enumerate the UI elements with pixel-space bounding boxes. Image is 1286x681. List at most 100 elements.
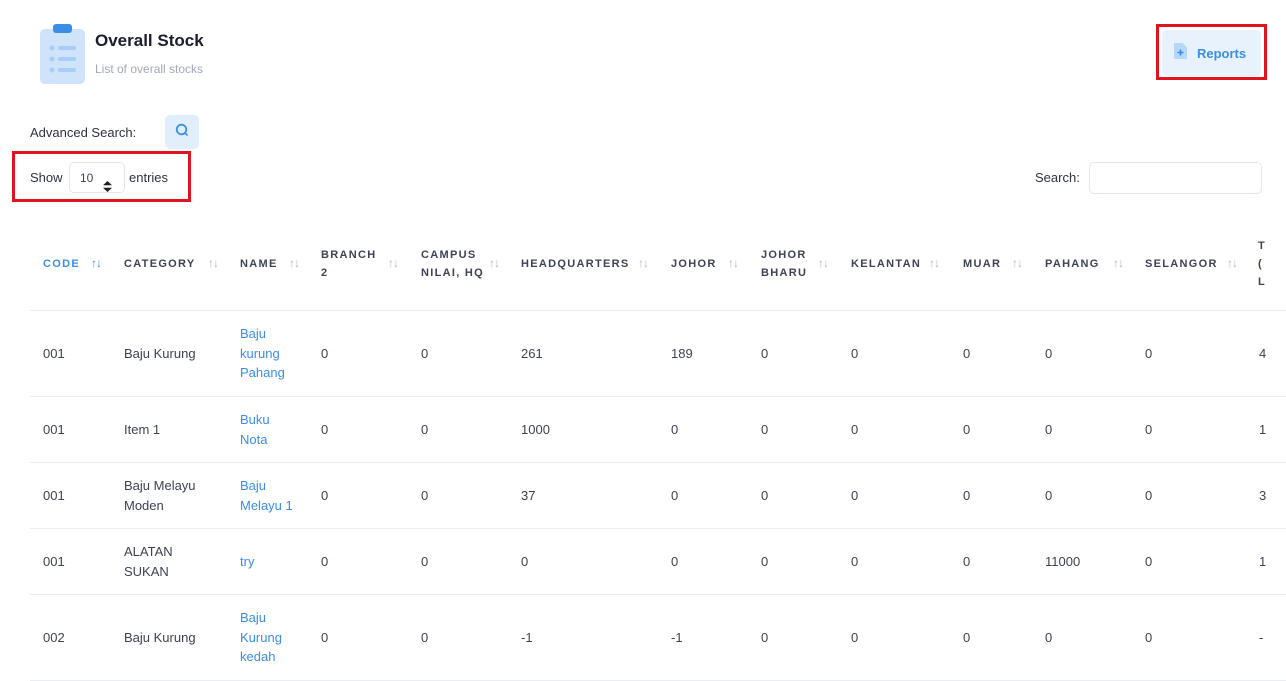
johor-cell: 189: [671, 345, 693, 361]
selangor-cell: 0: [1145, 487, 1153, 503]
selangor-cell: 0: [1145, 345, 1153, 361]
table-row: 001 Baju Kurung Baju kurung Pahang 0 0 2…: [30, 311, 1286, 397]
column-header-kelantan[interactable]: KELANTAN ↑↓: [851, 216, 951, 311]
sort-icon: ↑↓: [208, 256, 219, 270]
pahang-cell: 11000: [1045, 553, 1081, 569]
item-name-link[interactable]: Baju kurung Pahang: [240, 311, 300, 396]
johor-cell: 0: [671, 487, 679, 503]
sort-icon: ↑↓: [388, 256, 399, 270]
category-cell: Item 1: [124, 421, 161, 437]
total-cell: 4: [1259, 345, 1267, 361]
table-header: CODE ↑↓ CATEGORY ↑↓ NAME ↑↓ BRANCH 2 ↑↓ CAMP…: [30, 216, 1286, 311]
selangor-cell: 0: [1145, 421, 1153, 437]
column-header-headquarters[interactable]: HEADQUARTERS ↑↓: [521, 216, 651, 311]
item-name-link[interactable]: try: [240, 529, 254, 594]
muar-cell: 0: [963, 629, 971, 645]
johor-bharu-cell: 0: [761, 629, 769, 645]
branch-2-cell: 0: [321, 487, 329, 503]
headquarters-cell: 37: [521, 487, 536, 503]
sort-icon: ↑↓: [1227, 256, 1238, 270]
column-header-name[interactable]: NAME ↑↓: [240, 216, 310, 311]
sort-icon: ↑↓: [289, 256, 300, 270]
total-cell: 1: [1259, 553, 1267, 569]
sort-icon: ↑↓: [929, 256, 940, 270]
column-header-code[interactable]: CODE ↑↓: [43, 216, 113, 311]
page-title: Overall Stock: [95, 31, 204, 50]
table-row: 002 Baju Kurung Baju Kurung kedah 0 0 -1…: [30, 595, 1286, 681]
branch-2-cell: 0: [321, 345, 329, 361]
sort-icon: ↑↓: [818, 256, 829, 270]
kelantan-cell: 0: [851, 345, 859, 361]
campus-nilai-hq-cell: 0: [421, 345, 429, 361]
column-header-category[interactable]: CATEGORY ↑↓: [124, 216, 224, 311]
entries-highlight-box: [12, 151, 191, 202]
item-name-link[interactable]: Baju Melayu 1: [240, 463, 302, 528]
headquarters-cell: 0: [521, 553, 529, 569]
category-cell: ALATAN SUKAN: [124, 544, 173, 579]
sort-icon: ↑↓: [638, 256, 649, 270]
table-row: 001 ALATAN SUKAN try 0 0 0 0 0 0 0 11000…: [30, 529, 1286, 595]
page-subtitle: List of overall stocks: [95, 62, 204, 76]
pahang-cell: 0: [1045, 345, 1053, 361]
clipboard-list-icon: [40, 24, 85, 84]
search-icon: [175, 123, 189, 142]
branch-2-cell: 0: [321, 629, 329, 645]
headquarters-cell: 261: [521, 345, 543, 361]
campus-nilai-hq-cell: 0: [421, 553, 429, 569]
total-cell: 3: [1259, 487, 1267, 503]
total-cell: -: [1259, 629, 1264, 645]
pahang-cell: 0: [1045, 421, 1053, 437]
item-name-link[interactable]: Buku Nota: [240, 397, 280, 462]
sort-icon: ↑↓: [91, 256, 102, 270]
johor-bharu-cell: 0: [761, 487, 769, 503]
sort-icon: ↑↓: [489, 256, 500, 270]
sort-icon: ↑↓: [728, 256, 739, 270]
kelantan-cell: 0: [851, 421, 859, 437]
campus-nilai-hq-cell: 0: [421, 487, 429, 503]
search-input[interactable]: [1089, 162, 1262, 194]
johor-bharu-cell: 0: [761, 345, 769, 361]
selangor-cell: 0: [1145, 629, 1153, 645]
column-header-pahang[interactable]: PAHANG ↑↓: [1045, 216, 1125, 311]
headquarters-cell: 1000: [521, 421, 550, 437]
johor-cell: -1: [671, 629, 683, 645]
column-header-johor[interactable]: JOHOR ↑↓: [671, 216, 741, 311]
category-cell: Baju Kurung: [124, 629, 196, 645]
sort-icon: ↑↓: [1113, 256, 1124, 270]
code-cell: 001: [43, 345, 65, 361]
code-cell: 001: [43, 553, 65, 569]
muar-cell: 0: [963, 487, 971, 503]
pahang-cell: 0: [1045, 629, 1053, 645]
category-cell: Baju Kurung: [124, 345, 196, 361]
code-cell: 001: [43, 421, 65, 437]
sort-icon: ↑↓: [1012, 256, 1023, 270]
kelantan-cell: 0: [851, 629, 859, 645]
stock-table: CODE ↑↓ CATEGORY ↑↓ NAME ↑↓ BRANCH 2 ↑↓ CAMP…: [30, 216, 1286, 681]
branch-2-cell: 0: [321, 553, 329, 569]
kelantan-cell: 0: [851, 553, 859, 569]
item-name-link[interactable]: Baju Kurung kedah: [240, 595, 292, 680]
column-header-johor-bharu[interactable]: JOHOR BHARU ↑↓: [761, 216, 831, 311]
total-cell: 1: [1259, 421, 1267, 437]
code-cell: 002: [43, 629, 65, 645]
johor-cell: 0: [671, 553, 679, 569]
branch-2-cell: 0: [321, 421, 329, 437]
column-header-muar[interactable]: MUAR ↑↓: [963, 216, 1033, 311]
johor-bharu-cell: 0: [761, 421, 769, 437]
campus-nilai-hq-cell: 0: [421, 629, 429, 645]
column-header-total[interactable]: T ( L: [1258, 216, 1266, 311]
muar-cell: 0: [963, 345, 971, 361]
reports-highlight-box: [1156, 24, 1267, 80]
table-row: 001 Item 1 Buku Nota 0 0 1000 0 0 0 0 0 …: [30, 397, 1286, 463]
campus-nilai-hq-cell: 0: [421, 421, 429, 437]
advanced-search-button[interactable]: [165, 115, 199, 149]
headquarters-cell: -1: [521, 629, 533, 645]
advanced-search-label: Advanced Search:: [30, 125, 137, 140]
column-header-branch-2[interactable]: BRANCH 2 ↑↓: [321, 216, 399, 311]
kelantan-cell: 0: [851, 487, 859, 503]
muar-cell: 0: [963, 421, 971, 437]
column-header-selangor[interactable]: SELANGOR ↑↓: [1145, 216, 1245, 311]
table-row: 001 Baju Melayu Moden Baju Melayu 1 0 0 …: [30, 463, 1286, 529]
column-header-campus-nilai-hq[interactable]: CAMPUS NILAI, HQ ↑↓: [421, 216, 500, 311]
johor-cell: 0: [671, 421, 679, 437]
